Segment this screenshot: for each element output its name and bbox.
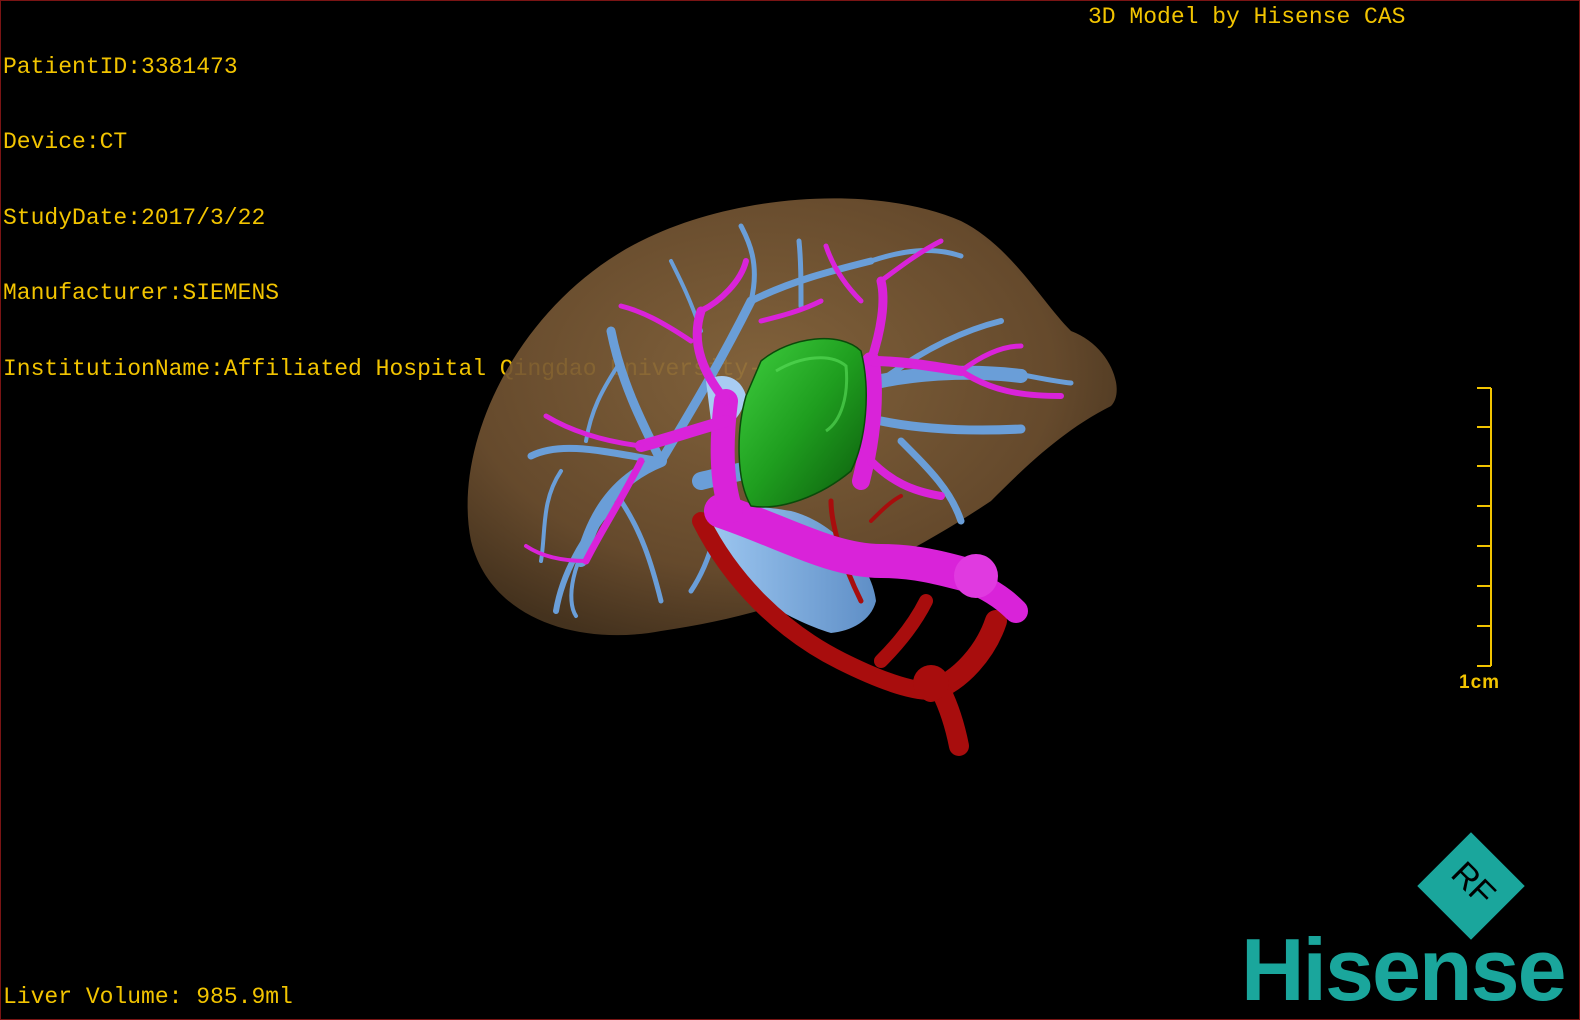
logo-wordmark: Hisense [1241, 920, 1567, 1019]
scale-label: 1cm [1459, 672, 1501, 693]
scale-bar [1477, 387, 1492, 667]
portal-vein-bulb [954, 554, 998, 598]
3d-viewport[interactable]: PatientID:3381473 Device:CT StudyDate:20… [0, 0, 1580, 1020]
liver-volume-label: Liver Volume: 985.9ml [3, 984, 293, 1010]
artery-junction [913, 665, 949, 701]
